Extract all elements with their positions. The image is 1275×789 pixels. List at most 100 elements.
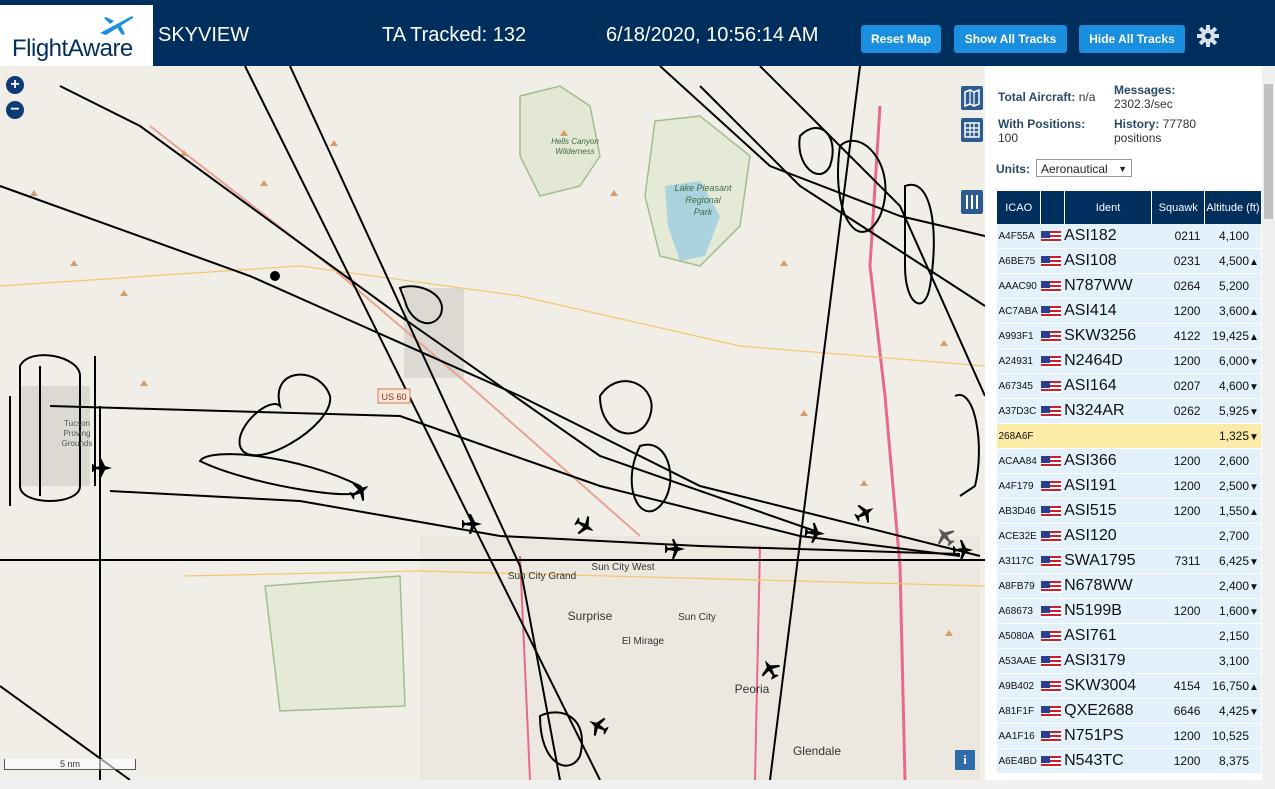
zoom-out-button[interactable]: − xyxy=(6,101,24,119)
table-row[interactable]: A4F179 ASI191 1200 2,500▼ xyxy=(996,473,1261,499)
col-flag[interactable] xyxy=(1040,191,1065,224)
reset-map-button[interactable]: Reset Map xyxy=(861,25,941,53)
label-sun-city-west: Sun City West xyxy=(591,562,654,573)
altitude-value: 6,000 xyxy=(1218,354,1249,368)
icao-cell: A37D3C xyxy=(996,398,1041,424)
us-flag-icon xyxy=(1040,230,1061,243)
units-select[interactable]: Aeronautical ▼ xyxy=(1036,159,1132,177)
track-waypoint xyxy=(270,271,280,281)
altitude-trend-icon: ▼ xyxy=(1249,582,1259,593)
info-button[interactable]: i xyxy=(955,750,975,770)
altitude-value: 5,200 xyxy=(1218,279,1249,293)
icao-cell: A9B402 xyxy=(996,673,1041,699)
col-icao[interactable]: ICAO xyxy=(995,191,1041,224)
dropdown-arrow-icon: ▼ xyxy=(1118,164,1127,174)
table-header-row: ICAO Ident Squawk Altitude (ft) xyxy=(995,191,1261,224)
messages-value: 2302.3/sec xyxy=(1114,97,1173,111)
altitude-cell: 2,700 xyxy=(1204,523,1261,549)
grid-toggle-button[interactable] xyxy=(961,118,983,142)
table-row[interactable]: AB3D46 ASI515 1200 1,550▲ xyxy=(996,498,1261,524)
hide-all-tracks-button[interactable]: Hide All Tracks xyxy=(1079,25,1185,53)
flag-cell xyxy=(1040,673,1065,699)
map-layers-button[interactable] xyxy=(961,86,983,110)
squawk-cell xyxy=(1151,623,1205,649)
table-row[interactable]: A9B402 SKW3004 4154 16,750▲ xyxy=(996,673,1261,699)
flag-cell xyxy=(1040,548,1065,574)
table-row[interactable]: AA1F16 N751PS 1200 10,525 xyxy=(996,723,1261,749)
altitude-cell: 2,600 xyxy=(1204,448,1261,474)
us-flag-icon xyxy=(1040,630,1061,643)
altitude-trend-icon: ▼ xyxy=(1249,357,1259,368)
table-row[interactable]: A3117C SWA1795 7311 6,425▼ xyxy=(996,548,1261,574)
flightaware-logo[interactable]: FlightAware xyxy=(0,5,153,66)
ident-cell: SKW3256 xyxy=(1064,323,1152,349)
icao-cell: A4F55A xyxy=(996,224,1041,249)
col-squawk[interactable]: Squawk xyxy=(1151,191,1205,224)
table-row[interactable]: A37D3C N324AR 0262 5,925▼ xyxy=(996,398,1261,424)
zoom-in-button[interactable]: + xyxy=(6,76,24,94)
us-flag-icon xyxy=(1040,605,1061,618)
icao-cell: A993F1 xyxy=(996,323,1041,349)
settings-gear-icon[interactable] xyxy=(1196,24,1220,48)
app-title: SKYVIEW xyxy=(158,24,250,46)
ident-cell: ASI414 xyxy=(1064,298,1152,324)
col-ident[interactable]: Ident xyxy=(1063,191,1152,224)
panel-scrollbar[interactable] xyxy=(1262,66,1275,780)
altitude-value: 4,600 xyxy=(1218,379,1249,393)
show-all-tracks-button[interactable]: Show All Tracks xyxy=(954,25,1067,53)
altitude-cell: 6,000▼ xyxy=(1204,348,1261,374)
altitude-value: 4,425 xyxy=(1218,704,1249,718)
flag-cell xyxy=(1040,698,1065,724)
flag-cell xyxy=(1040,224,1065,249)
table-row[interactable]: A67345 ASI164 0207 4,600▼ xyxy=(996,373,1261,399)
map-canvas[interactable]: Hells Canyon Wilderness Lake Pleasant Regi… xyxy=(0,66,985,780)
horizontal-scrollbar[interactable] xyxy=(0,780,1275,789)
label-sun-city: Sun City xyxy=(678,612,716,623)
label-glendale: Glendale xyxy=(793,744,841,758)
col-altitude[interactable]: Altitude (ft) xyxy=(1203,191,1261,224)
table-row[interactable]: A993F1 SKW3256 4122 19,425▲ xyxy=(996,323,1261,349)
squawk-cell: 0207 xyxy=(1151,373,1205,399)
table-row[interactable]: A8FB79 N678WW 2,400▼ xyxy=(996,573,1261,599)
table-row[interactable]: AC7ABA ASI414 1200 3,600▲ xyxy=(996,298,1261,324)
squawk-cell: 0264 xyxy=(1151,273,1205,299)
ident-cell xyxy=(1064,423,1152,449)
icao-cell: A6E4BD xyxy=(996,748,1041,774)
altitude-cell: 1,550▲ xyxy=(1204,498,1261,524)
history-unit: positions xyxy=(1114,131,1162,145)
ident-cell: ASI191 xyxy=(1064,473,1152,499)
table-row[interactable]: A24931 N2464D 1200 6,000▼ xyxy=(996,348,1261,374)
icao-cell: ACAA84 xyxy=(996,448,1041,474)
scrollbar-thumb[interactable] xyxy=(1264,84,1273,219)
icao-cell: A81F1F xyxy=(996,698,1041,724)
flag-cell xyxy=(1040,623,1065,649)
table-row[interactable]: A68673 N5199B 1200 1,600▼ xyxy=(996,598,1261,624)
table-row[interactable]: A5080A ASI761 2,150 xyxy=(996,623,1261,649)
altitude-trend-icon: ▲ xyxy=(1249,507,1259,518)
aircraft-panel: Total Aircraft: n/a With Positions: 100 … xyxy=(985,66,1275,780)
squawk-cell: 0211 xyxy=(1151,224,1205,249)
squawk-cell: 1200 xyxy=(1151,598,1205,624)
map-view[interactable]: Hells Canyon Wilderness Lake Pleasant Regi… xyxy=(0,66,985,780)
altitude-trend-icon: ▼ xyxy=(1249,407,1259,418)
table-row[interactable]: A81F1F QXE2688 6646 4,425▼ xyxy=(996,698,1261,724)
table-row[interactable]: 268A6F 1,325▼ xyxy=(996,423,1261,449)
altitude-cell: 5,925▼ xyxy=(1204,398,1261,424)
altitude-value: 10,525 xyxy=(1212,729,1249,743)
flag-cell xyxy=(1040,348,1065,374)
columns-toggle-button[interactable] xyxy=(961,190,983,214)
ident-cell: N5199B xyxy=(1064,598,1152,624)
history: History: 77780 positions xyxy=(1114,117,1196,145)
table-row[interactable]: A6BE75 ASI108 0231 4,500▲ xyxy=(996,248,1261,274)
flag-cell xyxy=(1040,523,1065,549)
table-row[interactable]: A6E4BD N543TC 1200 8,375 xyxy=(996,748,1261,774)
altitude-trend-icon: ▲ xyxy=(1249,257,1259,268)
table-row[interactable]: A4F55A ASI182 0211 4,100 xyxy=(996,224,1261,249)
ident-cell: ASI515 xyxy=(1064,498,1152,524)
table-row[interactable]: A53AAE ASI3179 3,100 xyxy=(996,648,1261,674)
table-row[interactable]: AAAC90 N787WW 0264 5,200 xyxy=(996,273,1261,299)
aircraft-table-body: A4F55A ASI182 0211 4,100 A6BE75 ASI108 0231 4,5… xyxy=(996,224,1261,774)
table-row[interactable]: ACE32E ASI120 2,700 xyxy=(996,523,1261,549)
altitude-trend-icon: ▼ xyxy=(1249,707,1259,718)
table-row[interactable]: ACAA84 ASI366 1200 2,600 xyxy=(996,448,1261,474)
